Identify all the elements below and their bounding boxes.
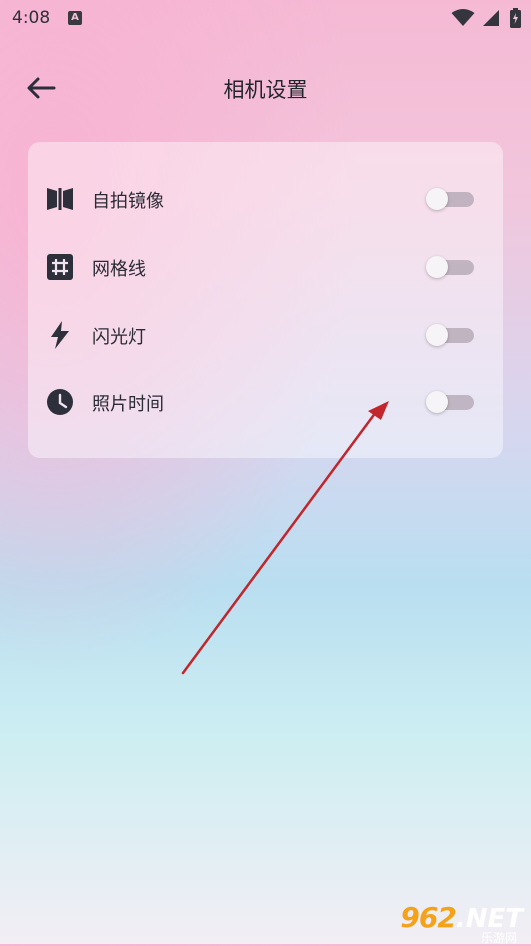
watermark-subtitle: 乐游网 <box>480 931 517 945</box>
watermark-logo: 962.NET 乐游网 <box>400 901 523 945</box>
annotation-arrow <box>181 401 389 675</box>
watermark-brand: 962 <box>400 901 456 934</box>
